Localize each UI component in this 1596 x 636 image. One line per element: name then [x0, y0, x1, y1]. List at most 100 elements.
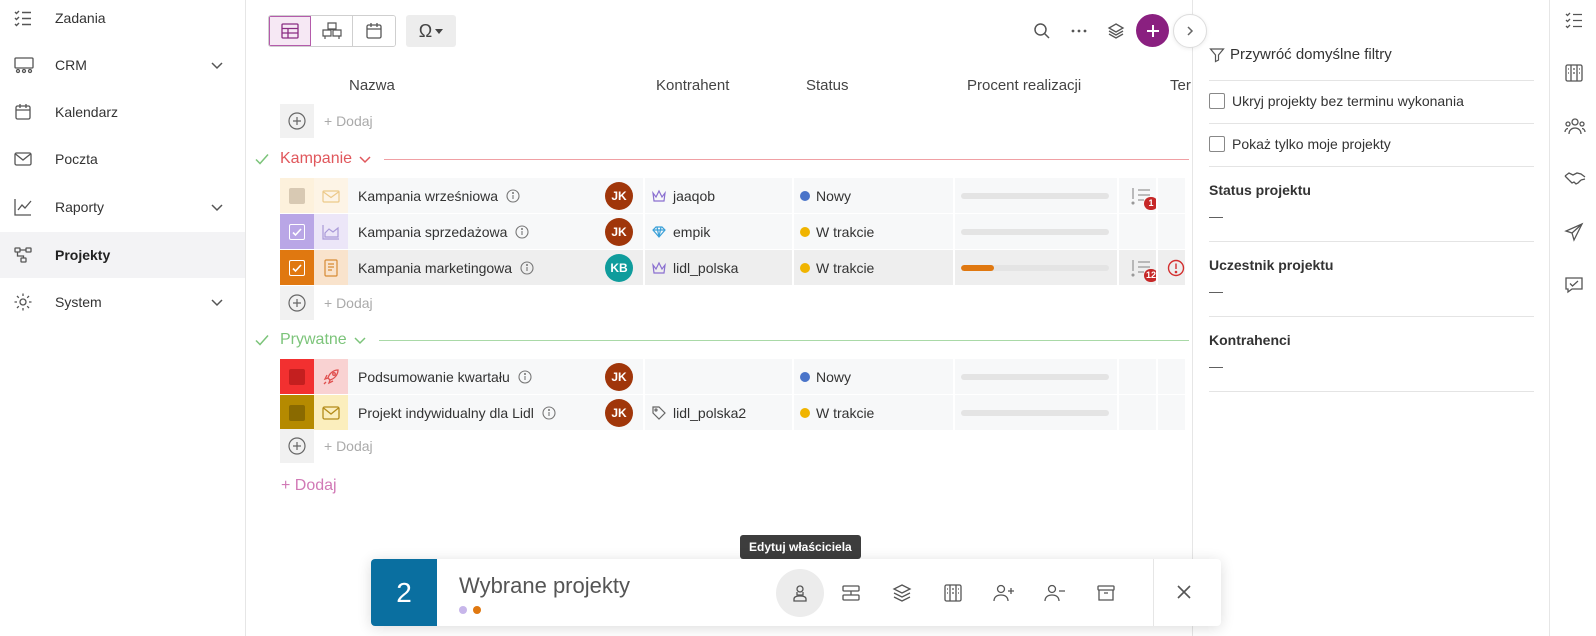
contractor-cell[interactable]: jaaqob: [651, 178, 801, 213]
chat-check-icon[interactable]: [1564, 275, 1584, 295]
column-header-deadline[interactable]: Ter: [1170, 77, 1191, 94]
group-header-prywatne[interactable]: Prywatne: [254, 330, 1189, 350]
sidebar-item-system[interactable]: System: [0, 279, 245, 325]
only-mine-label[interactable]: Pokaż tylko moje projekty: [1232, 136, 1391, 152]
kanban-icon[interactable]: [1564, 63, 1584, 83]
project-name[interactable]: Kampania marketingowa: [358, 260, 512, 276]
kanban-button[interactable]: [929, 569, 977, 617]
column-header-contractor[interactable]: Kontrahent: [656, 77, 729, 94]
add-project-link[interactable]: + Dodaj: [324, 113, 373, 129]
contractor-cell[interactable]: lidl_polska: [651, 250, 801, 285]
task-alert-icon[interactable]: 12: [1130, 258, 1158, 282]
status-cell[interactable]: W trakcie: [800, 214, 950, 249]
participant-filter-value[interactable]: —: [1209, 283, 1534, 299]
status-cell[interactable]: Nowy: [800, 359, 950, 394]
avatar[interactable]: JK: [605, 362, 633, 391]
edit-owner-button[interactable]: [776, 569, 824, 617]
add-project-row[interactable]: + Dodaj: [280, 286, 1180, 320]
info-icon[interactable]: [542, 405, 556, 420]
add-project-row[interactable]: + Dodaj: [280, 104, 1180, 138]
table-row[interactable]: Kampania wrześniowa JK jaaqob Nowy 1: [280, 178, 1185, 213]
only-mine-checkbox[interactable]: [1209, 136, 1225, 152]
close-selection-button[interactable]: [1171, 579, 1197, 605]
collapse-panel-button[interactable]: [1173, 14, 1207, 48]
contractor-cell[interactable]: empik: [651, 214, 801, 249]
avatar[interactable]: KB: [605, 253, 633, 282]
row-select-cell[interactable]: [280, 250, 314, 285]
sidebar-item-poczta[interactable]: Poczta: [0, 136, 245, 182]
owner-cell[interactable]: KB: [602, 250, 636, 285]
owner-cell[interactable]: JK: [602, 395, 636, 430]
project-name[interactable]: Projekt indywidualny dla Lidl: [358, 405, 534, 421]
project-name-cell[interactable]: Kampania wrześniowa: [358, 178, 598, 213]
contractor-name[interactable]: lidl_polska2: [673, 405, 746, 421]
alert-circle-icon[interactable]: [1167, 259, 1185, 277]
task-alert-icon[interactable]: 1: [1130, 186, 1158, 210]
contractors-filter-value[interactable]: —: [1209, 358, 1534, 374]
info-icon[interactable]: [506, 188, 520, 203]
tasks-cell[interactable]: 12: [1126, 250, 1158, 285]
boxes-view-button[interactable]: [311, 16, 353, 46]
add-project-button[interactable]: [1136, 14, 1169, 47]
row-select-cell[interactable]: [280, 359, 314, 394]
contractor-cell[interactable]: lidl_polska2: [651, 395, 801, 430]
chevron-down-icon[interactable]: [358, 152, 372, 166]
deadline-cell[interactable]: [1166, 250, 1186, 285]
row-select-cell[interactable]: [280, 178, 314, 213]
project-name-cell[interactable]: Kampania sprzedażowa: [358, 214, 598, 249]
chevron-down-icon[interactable]: [353, 333, 367, 347]
row-checkbox[interactable]: [289, 187, 305, 204]
column-header-progress[interactable]: Procent realizacji: [967, 77, 1081, 94]
status-filter-value[interactable]: —: [1209, 208, 1534, 224]
avatar[interactable]: JK: [605, 398, 633, 427]
owner-cell[interactable]: JK: [602, 178, 636, 213]
hide-no-deadline-checkbox[interactable]: [1209, 93, 1225, 109]
table-view-button[interactable]: [269, 16, 311, 46]
remove-user-button[interactable]: [1031, 569, 1079, 617]
plus-circle-icon[interactable]: [280, 286, 314, 320]
sidebar-item-crm[interactable]: CRM: [0, 42, 245, 88]
info-icon[interactable]: [515, 224, 529, 239]
info-icon[interactable]: [518, 369, 532, 384]
row-select-cell[interactable]: [280, 395, 314, 430]
avatar[interactable]: JK: [605, 217, 633, 246]
hide-no-deadline-label[interactable]: Ukryj projekty bez terminu wykonania: [1232, 93, 1464, 109]
add-project-link[interactable]: + Dodaj: [324, 295, 373, 311]
project-name[interactable]: Kampania wrześniowa: [358, 188, 498, 204]
sidebar-item-projekty[interactable]: Projekty: [0, 232, 245, 278]
chevron-down-icon[interactable]: [209, 294, 225, 310]
project-name[interactable]: Kampania sprzedażowa: [358, 224, 507, 240]
people-icon[interactable]: [1564, 116, 1586, 136]
handshake-icon[interactable]: [1564, 169, 1586, 189]
only-mine-item[interactable]: Pokaż tylko moje projekty: [1209, 124, 1534, 167]
row-checkbox[interactable]: [289, 404, 305, 421]
add-project-link[interactable]: + Dodaj: [324, 438, 373, 454]
chevron-down-icon[interactable]: [209, 57, 225, 73]
search-icon[interactable]: [1031, 20, 1053, 42]
more-icon[interactable]: [1068, 20, 1090, 42]
chevron-down-icon[interactable]: [209, 199, 225, 215]
contractor-name[interactable]: empik: [673, 224, 710, 240]
row-checkbox-checked[interactable]: [289, 223, 305, 240]
contractors-filter[interactable]: Kontrahenci —: [1209, 317, 1534, 392]
group-header-kampanie[interactable]: Kampanie: [254, 149, 1189, 169]
table-row[interactable]: Podsumowanie kwartału JK Nowy: [280, 359, 1185, 394]
task-list-icon[interactable]: [1564, 10, 1584, 30]
hide-no-deadline-item[interactable]: Ukryj projekty bez terminu wykonania: [1209, 81, 1534, 124]
row-checkbox-checked[interactable]: [289, 259, 305, 276]
sidebar-item-kalendarz[interactable]: Kalendarz: [0, 89, 245, 135]
project-name-cell[interactable]: Kampania marketingowa: [358, 250, 598, 285]
plus-circle-icon[interactable]: [280, 104, 314, 138]
status-cell[interactable]: Nowy: [800, 178, 950, 213]
owner-cell[interactable]: JK: [602, 359, 636, 394]
column-header-name[interactable]: Nazwa: [349, 77, 395, 94]
row-checkbox[interactable]: [289, 368, 305, 385]
layers-icon[interactable]: [1105, 20, 1127, 42]
tasks-cell[interactable]: 1: [1126, 178, 1158, 213]
group-button[interactable]: [827, 569, 875, 617]
contractor-name[interactable]: jaaqob: [673, 188, 715, 204]
participant-filter[interactable]: Uczestnik projektu —: [1209, 242, 1534, 317]
table-row[interactable]: Kampania marketingowa KB lidl_polska W t…: [280, 250, 1185, 285]
reset-filters-link[interactable]: Przywróć domyślne filtry: [1230, 46, 1392, 63]
column-header-status[interactable]: Status: [806, 77, 849, 94]
